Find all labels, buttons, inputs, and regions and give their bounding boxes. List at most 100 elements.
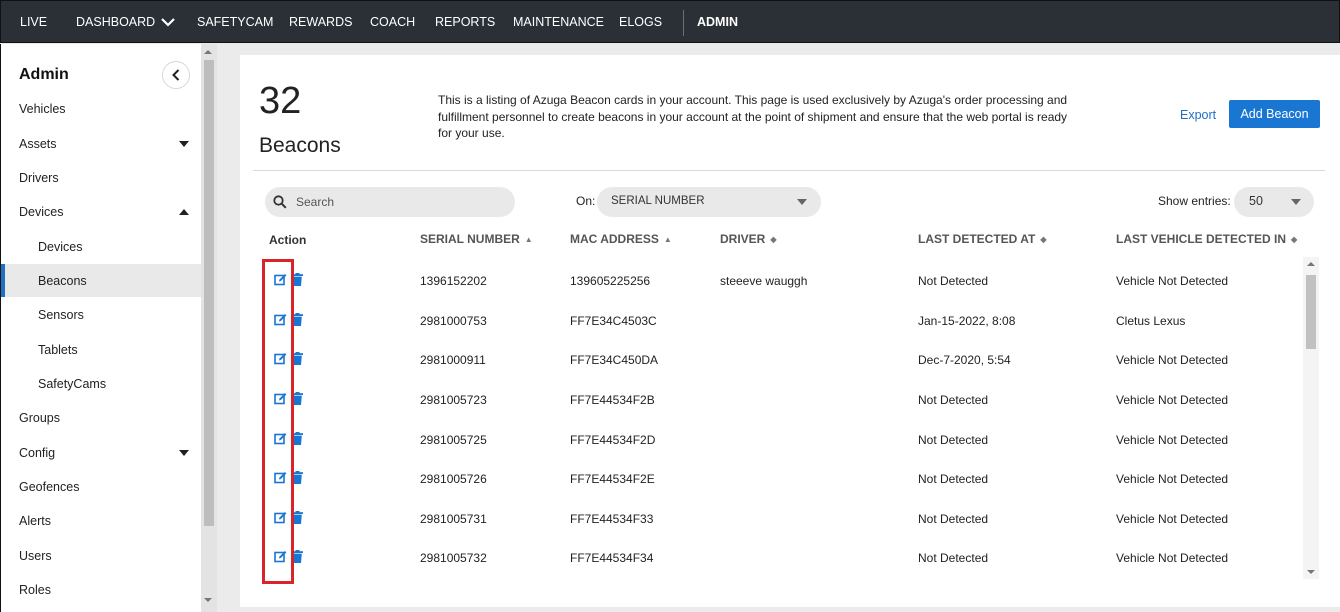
search-field-value: SERIAL NUMBER [611, 195, 705, 207]
nav-live[interactable]: LIVE [20, 15, 47, 29]
column-last-vehicle[interactable]: LAST VEHICLE DETECTED IN ◆ [1116, 232, 1297, 246]
column-driver[interactable]: DRIVER ◆ [720, 232, 777, 246]
cell-mac: FF7E44534F2E [570, 472, 655, 486]
cell-last-vehicle: Vehicle Not Detected [1116, 353, 1229, 367]
caret-up-icon[interactable] [179, 209, 189, 215]
cell-driver: steeeve wauggh [720, 274, 808, 288]
column-last-detected[interactable]: LAST DETECTED AT ◆ [918, 232, 1046, 246]
cell-serial: 2981005732 [420, 551, 487, 565]
show-entries-select[interactable]: 50 [1234, 187, 1314, 217]
add-beacon-button[interactable]: Add Beacon [1229, 100, 1320, 128]
table-scrollbar[interactable] [1303, 257, 1319, 579]
cell-last-detected: Jan-15-2022, 8:08 [918, 314, 1016, 328]
column-mac-address-label[interactable]: MAC ADDRESS [570, 232, 659, 246]
cell-serial: 2981005723 [420, 393, 487, 407]
cell-last-vehicle: Vehicle Not Detected [1116, 274, 1229, 288]
scroll-up-icon[interactable] [204, 50, 212, 54]
sidebar-item-devices-sub[interactable]: Devices [38, 240, 82, 254]
page-description: This is a listing of Azuga Beacon cards … [438, 93, 1068, 140]
sidebar-active-indicator [1, 264, 202, 297]
cell-last-vehicle: Vehicle Not Detected [1116, 472, 1229, 486]
column-mac-address[interactable]: MAC ADDRESS ▲ [570, 232, 672, 246]
sort-icon[interactable]: ◆ [770, 235, 776, 244]
collapse-sidebar-button[interactable] [162, 61, 190, 89]
column-serial-number-label[interactable]: SERIAL NUMBER [420, 232, 520, 246]
nav-reports[interactable]: REPORTS [435, 15, 495, 29]
sidebar-scrollbar[interactable] [201, 44, 217, 612]
cell-mac: FF7E34C450DA [570, 353, 659, 367]
sidebar-item-roles[interactable]: Roles [19, 583, 51, 597]
sidebar-item-tablets-sub[interactable]: Tablets [38, 343, 78, 357]
sort-asc-icon[interactable]: ▲ [525, 235, 533, 244]
sidebar-item-vehicles[interactable]: Vehicles [19, 102, 66, 116]
cell-mac: 139605225256 [570, 274, 651, 288]
cell-serial: 2981000911 [420, 353, 486, 367]
scroll-down-icon[interactable] [204, 598, 212, 602]
action-column-highlight [262, 259, 294, 584]
sidebar-title: Admin [19, 66, 69, 83]
nav-dashboard-label[interactable]: DASHBOARD [76, 15, 155, 29]
nav-divider [683, 10, 684, 36]
sidebar-item-config[interactable]: Config [19, 446, 55, 460]
cell-last-detected: Not Detected [918, 472, 989, 486]
nav-admin[interactable]: ADMIN [697, 15, 738, 29]
beacon-count: 32 [259, 80, 302, 122]
cell-last-detected: Not Detected [918, 393, 989, 407]
cell-last-detected: Not Detected [918, 512, 989, 526]
sidebar-item-drivers[interactable]: Drivers [19, 171, 59, 185]
sidebar-item-users[interactable]: Users [19, 549, 52, 563]
cell-serial: 1396152202 [420, 274, 487, 288]
caret-down-icon[interactable] [179, 141, 189, 147]
sidebar-item-safetycams-sub[interactable]: SafetyCams [38, 377, 106, 391]
search-box[interactable] [265, 187, 515, 217]
export-link[interactable]: Export [1180, 108, 1216, 122]
sidebar-scroll-thumb[interactable] [204, 60, 214, 526]
caret-down-icon[interactable] [179, 450, 189, 456]
cell-last-detected: Dec-7-2020, 5:54 [918, 353, 1011, 367]
nav-safetycam[interactable]: SAFETYCAM [197, 15, 273, 29]
column-last-detected-label[interactable]: LAST DETECTED AT [918, 232, 1035, 246]
sidebar-item-alerts[interactable]: Alerts [19, 514, 51, 528]
cell-serial: 2981005725 [420, 433, 487, 447]
scroll-down-icon[interactable] [1307, 570, 1315, 574]
sidebar-item-devices[interactable]: Devices [19, 205, 63, 219]
search-on-label: On: [576, 194, 596, 208]
show-entries-label: Show entries: [1158, 194, 1231, 208]
sidebar-item-sensors-sub[interactable]: Sensors [38, 308, 84, 322]
cell-serial: 2981005731 [420, 512, 487, 526]
scroll-up-icon[interactable] [1307, 262, 1315, 266]
sort-icon[interactable]: ◆ [1291, 235, 1297, 244]
cell-last-detected: Not Detected [918, 274, 989, 288]
sort-icon[interactable]: ◆ [1040, 235, 1046, 244]
search-input[interactable] [296, 187, 506, 217]
nav-coach[interactable]: COACH [370, 15, 415, 29]
nav-dashboard[interactable]: DASHBOARD [76, 15, 175, 29]
cell-serial: 2981000753 [420, 314, 487, 328]
nav-elogs[interactable]: ELOGS [619, 15, 662, 29]
dropdown-caret-icon [797, 199, 807, 205]
column-action: Action [269, 233, 307, 247]
chevron-down-icon[interactable] [161, 18, 175, 27]
chevron-left-icon [172, 69, 180, 81]
sort-icon[interactable]: ▲ [664, 235, 672, 244]
cell-mac: FF7E44534F34 [570, 551, 654, 565]
top-nav: LIVE DASHBOARD SAFETYCAM REWARDS COACH R… [0, 0, 1340, 43]
nav-maintenance[interactable]: MAINTENANCE [513, 15, 604, 29]
cell-mac: FF7E34C4503C [570, 314, 657, 328]
cell-last-vehicle: Vehicle Not Detected [1116, 433, 1229, 447]
search-field-select[interactable]: SERIAL NUMBER [597, 187, 821, 217]
sidebar-item-geofences[interactable]: Geofences [19, 480, 79, 494]
search-icon [273, 195, 287, 209]
column-last-vehicle-label[interactable]: LAST VEHICLE DETECTED IN [1116, 232, 1286, 246]
cell-serial: 2981005726 [420, 472, 487, 486]
nav-rewards[interactable]: REWARDS [289, 15, 352, 29]
column-driver-label[interactable]: DRIVER [720, 232, 765, 246]
cell-last-vehicle: Vehicle Not Detected [1116, 393, 1229, 407]
cell-mac: FF7E44534F33 [570, 512, 654, 526]
table-scroll-thumb[interactable] [1306, 275, 1316, 349]
column-serial-number[interactable]: SERIAL NUMBER ▲ [420, 232, 533, 246]
sidebar-item-groups[interactable]: Groups [19, 411, 60, 425]
sidebar-item-assets[interactable]: Assets [19, 137, 57, 151]
sidebar-item-beacons-sub[interactable]: Beacons [38, 274, 87, 288]
cell-last-vehicle: Cletus Lexus [1116, 314, 1186, 328]
